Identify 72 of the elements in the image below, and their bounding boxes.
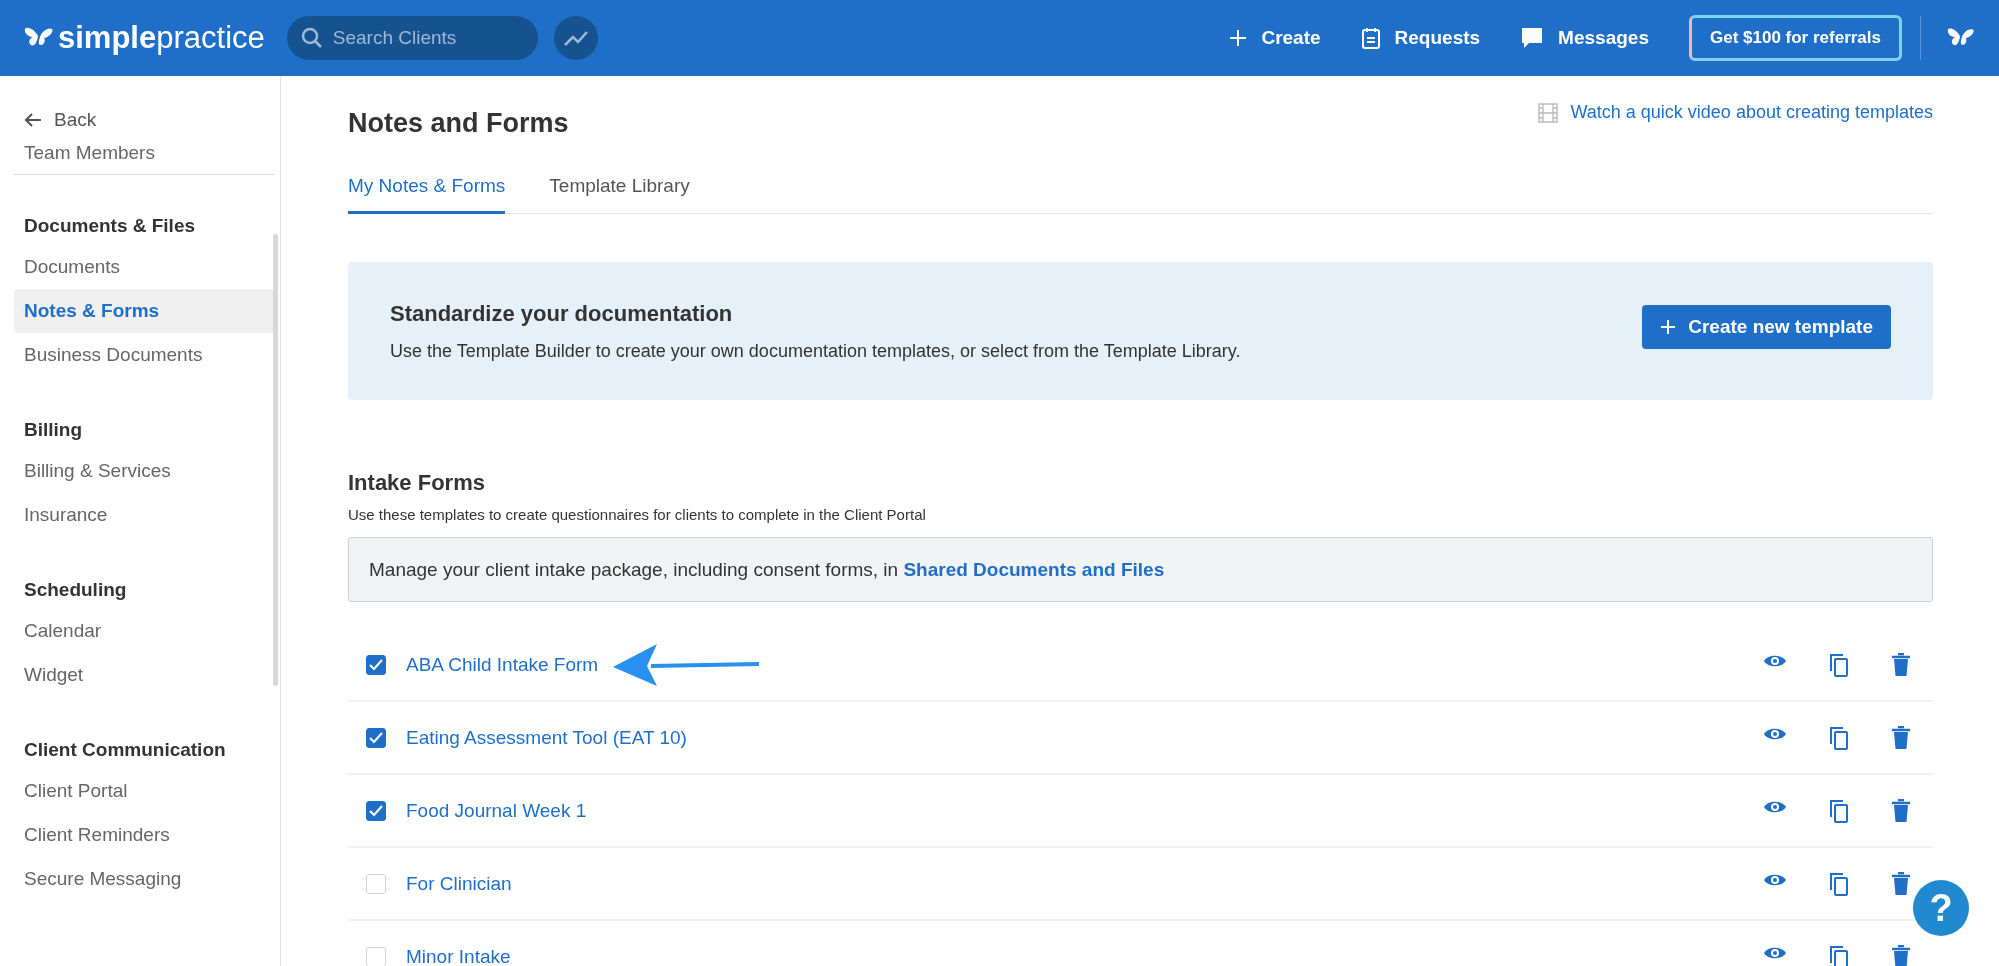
shared-documents-link[interactable]: Shared Documents and Files bbox=[903, 558, 1165, 580]
chat-icon bbox=[1520, 26, 1545, 50]
sidebar-item[interactable]: Widget bbox=[14, 653, 274, 697]
form-link[interactable]: Food Journal Week 1 bbox=[406, 799, 587, 822]
notice-text: Manage your client intake package, including consent forms, in Shared Documents and Files bbox=[369, 558, 1165, 581]
tab[interactable]: Template Library bbox=[549, 175, 690, 214]
nav-button[interactable]: Messages bbox=[1520, 26, 1649, 50]
banner-title: Standardize your documentation bbox=[390, 300, 734, 327]
trash-icon bbox=[1891, 871, 1911, 896]
copy-icon bbox=[1829, 944, 1849, 966]
arrow-left-icon bbox=[24, 112, 42, 128]
sidebar-item[interactable]: Insurance bbox=[14, 493, 274, 537]
copy-button[interactable] bbox=[1829, 944, 1849, 966]
sidebar-item[interactable]: Documents bbox=[14, 245, 274, 289]
section-title: Billing bbox=[23, 418, 84, 442]
delete-button[interactable] bbox=[1891, 871, 1911, 896]
sidebar-item[interactable]: Business Documents bbox=[14, 333, 274, 377]
film-icon bbox=[1538, 102, 1559, 123]
sidebar-item[interactable]: Client Reminders bbox=[14, 813, 274, 857]
delete-button[interactable] bbox=[1891, 798, 1911, 823]
help-button[interactable]: ? bbox=[1913, 880, 1969, 936]
sidebar-item[interactable]: Client Portal bbox=[14, 769, 274, 813]
delete-button[interactable] bbox=[1891, 944, 1911, 966]
section-title: Client Communication bbox=[23, 738, 227, 762]
sidebar-item[interactable]: Calendar bbox=[14, 609, 274, 653]
delete-button[interactable] bbox=[1891, 652, 1911, 677]
nav-button[interactable]: Create bbox=[1229, 27, 1321, 49]
plus-icon bbox=[1660, 319, 1677, 335]
trash-icon bbox=[1891, 944, 1911, 966]
copy-icon bbox=[1829, 871, 1849, 896]
form-link[interactable]: Minor Intake bbox=[406, 945, 511, 966]
create-template-button[interactable]: Create new template bbox=[1642, 305, 1891, 349]
tab[interactable]: My Notes & Forms bbox=[348, 175, 506, 214]
search-field[interactable]: Search Clients bbox=[286, 16, 538, 60]
analytics-button[interactable] bbox=[553, 16, 598, 60]
sidebar-item[interactable]: Billing & Services bbox=[14, 449, 274, 493]
form-link[interactable]: Eating Assessment Tool (EAT 10) bbox=[406, 726, 687, 749]
clipboard-icon bbox=[1360, 27, 1381, 49]
banner-text: Use the Template Builder to create your own documentation templates, or select from the Template Library. bbox=[390, 340, 1241, 362]
form-link[interactable]: For Clinician bbox=[406, 872, 512, 895]
sidebar-item[interactable]: Notes & Forms bbox=[14, 289, 274, 333]
checkbox[interactable] bbox=[366, 654, 386, 675]
section-title: Intake Forms bbox=[348, 470, 486, 496]
copy-icon bbox=[1829, 725, 1849, 750]
trash-icon bbox=[1891, 798, 1911, 823]
page-title: Notes and Forms bbox=[348, 108, 569, 139]
copy-icon bbox=[1829, 798, 1849, 823]
scrollbar[interactable] bbox=[273, 234, 278, 686]
checkbox[interactable] bbox=[366, 727, 386, 748]
form-link[interactable]: ABA Child Intake Form bbox=[406, 653, 599, 676]
referral-button[interactable]: Get $100 for referrals bbox=[1688, 15, 1902, 61]
back-link[interactable]: Back bbox=[14, 100, 274, 140]
delete-button[interactable] bbox=[1891, 725, 1911, 750]
sidebar-item[interactable]: Team Members bbox=[14, 140, 274, 175]
section-title: Scheduling bbox=[23, 578, 128, 602]
checkbox[interactable] bbox=[366, 800, 386, 821]
plus-icon bbox=[1229, 29, 1248, 47]
trash-icon bbox=[1891, 652, 1911, 677]
copy-button[interactable] bbox=[1829, 725, 1849, 750]
logo[interactable]: simplepractice bbox=[58, 20, 265, 56]
video-link[interactable]: Watch a quick video about creating templates bbox=[1538, 102, 1933, 123]
copy-button[interactable] bbox=[1829, 798, 1849, 823]
copy-icon bbox=[1829, 652, 1849, 677]
trend-line-icon bbox=[563, 30, 588, 46]
section-subtitle: Use these templates to create questionnaires for clients to complete in the Client Portal bbox=[348, 506, 927, 523]
nav-button[interactable]: Requests bbox=[1360, 27, 1481, 49]
sidebar-item[interactable]: Secure Messaging bbox=[14, 857, 274, 901]
section-title: Documents & Files bbox=[23, 214, 197, 238]
trash-icon bbox=[1891, 725, 1911, 750]
copy-button[interactable] bbox=[1829, 871, 1849, 896]
search-icon bbox=[300, 27, 323, 49]
copy-button[interactable] bbox=[1829, 652, 1849, 677]
